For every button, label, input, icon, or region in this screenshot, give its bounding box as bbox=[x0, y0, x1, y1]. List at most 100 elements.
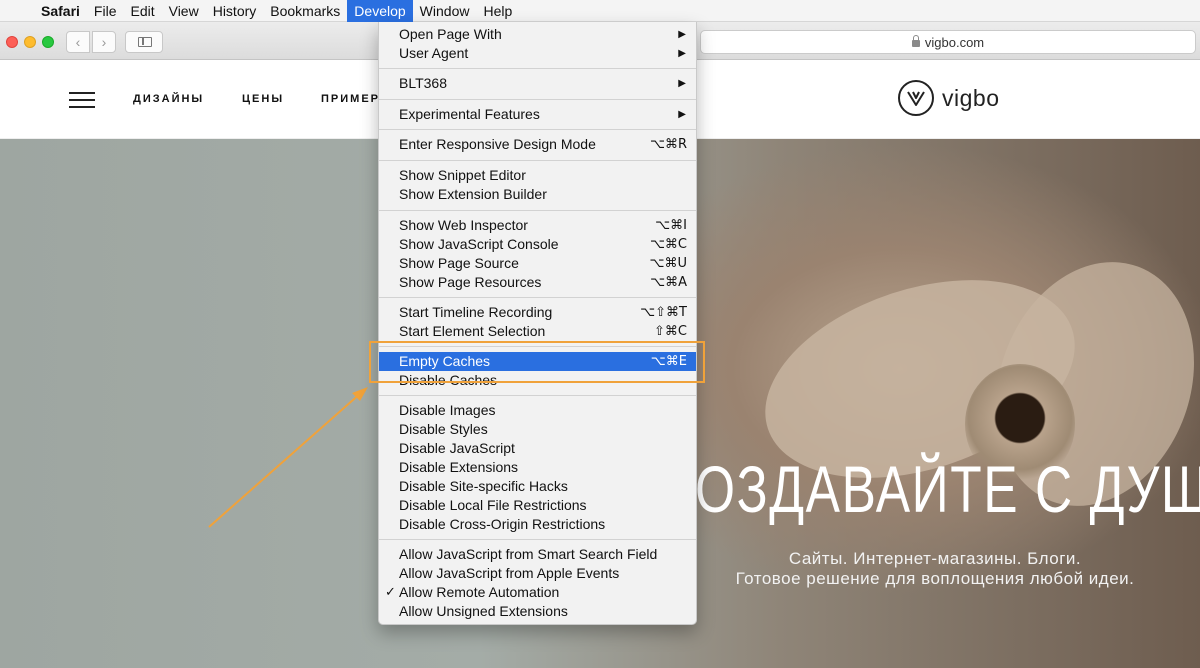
menu-item-disable-local-file-restrictions[interactable]: Disable Local File Restrictions bbox=[379, 496, 696, 515]
back-button[interactable]: ‹ bbox=[66, 31, 90, 53]
menu-item-label: BLT368 bbox=[399, 75, 447, 91]
hamburger-menu-icon[interactable] bbox=[69, 92, 95, 108]
hero-subtitle-line-1: Сайты. Интернет-магазины. Блоги. bbox=[788, 549, 1082, 568]
menu-item-label: Start Timeline Recording bbox=[399, 304, 553, 320]
checkmark-icon: ✓ bbox=[385, 585, 396, 600]
menu-bar: Safari File Edit View History Bookmarks … bbox=[0, 0, 1200, 22]
menu-item-label: Allow JavaScript from Apple Events bbox=[399, 565, 620, 581]
minimize-window-button[interactable] bbox=[24, 36, 36, 48]
menu-item-label: Disable Local File Restrictions bbox=[399, 497, 587, 513]
menu-item-show-extension-builder[interactable]: Show Extension Builder bbox=[379, 185, 696, 204]
menu-separator bbox=[379, 210, 696, 211]
menu-bookmarks[interactable]: Bookmarks bbox=[263, 0, 347, 22]
vigbo-logo-icon bbox=[898, 80, 934, 116]
menu-item-responsive-design-mode[interactable]: Enter Responsive Design Mode ⌥⌘R bbox=[379, 135, 696, 154]
menu-item-label: Disable Styles bbox=[399, 421, 488, 437]
menu-item-shortcut: ⌥⌘R bbox=[649, 137, 687, 152]
menu-item-label: Allow Unsigned Extensions bbox=[399, 603, 568, 619]
menu-item-shortcut: ⌥⌘C bbox=[649, 237, 687, 252]
menu-safari[interactable]: Safari bbox=[34, 0, 87, 22]
menu-edit[interactable]: Edit bbox=[123, 0, 161, 22]
menu-separator bbox=[379, 346, 696, 347]
menu-item-show-snippet-editor[interactable]: Show Snippet Editor bbox=[379, 166, 696, 185]
menu-item-shortcut: ⇧⌘C bbox=[654, 324, 687, 339]
menu-item-allow-unsigned-extensions[interactable]: Allow Unsigned Extensions bbox=[379, 602, 696, 621]
menu-item-label: Disable Images bbox=[399, 402, 496, 418]
sidebar-icon bbox=[138, 37, 152, 47]
menu-item-empty-caches[interactable]: Empty Caches ⌥⌘E bbox=[379, 352, 696, 371]
menu-separator bbox=[379, 68, 696, 69]
menu-item-label: Start Element Selection bbox=[399, 323, 546, 339]
menu-item-blt368[interactable]: BLT368 ▶ bbox=[379, 74, 696, 93]
close-window-button[interactable] bbox=[6, 36, 18, 48]
menu-item-user-agent[interactable]: User Agent ▶ bbox=[379, 44, 696, 63]
chevron-right-icon: › bbox=[101, 34, 107, 50]
logo-wordmark: vigbo bbox=[942, 84, 1000, 111]
develop-menu-dropdown: Open Page With ▶ User Agent ▶ BLT368 ▶ Expe… bbox=[378, 22, 697, 625]
menu-item-label: Enter Responsive Design Mode bbox=[399, 136, 596, 152]
menu-item-disable-images[interactable]: Disable Images bbox=[379, 401, 696, 420]
hero-subtitle: Сайты. Интернет-магазины. Блоги. Готовое… bbox=[700, 549, 1170, 589]
menu-item-disable-javascript[interactable]: Disable JavaScript bbox=[379, 439, 696, 458]
zoom-window-button[interactable] bbox=[42, 36, 54, 48]
menu-item-label: Disable Extensions bbox=[399, 459, 519, 475]
menu-item-show-page-resources[interactable]: Show Page Resources ⌥⌘A bbox=[379, 273, 696, 292]
nav-link-designs[interactable]: ДИЗАЙНЫ bbox=[133, 93, 204, 105]
submenu-arrow-icon: ▶ bbox=[678, 48, 686, 59]
menu-help[interactable]: Help bbox=[476, 0, 519, 22]
menu-item-label: Allow JavaScript from Smart Search Field bbox=[399, 546, 658, 562]
nav-link-prices[interactable]: ЦЕНЫ bbox=[242, 93, 284, 105]
menu-item-shortcut: ⌥⌘I bbox=[655, 218, 687, 233]
menu-item-label: Show Snippet Editor bbox=[399, 167, 526, 183]
menu-item-label: Show Page Resources bbox=[399, 274, 542, 290]
submenu-arrow-icon: ▶ bbox=[678, 109, 686, 120]
menu-separator bbox=[379, 160, 696, 161]
menu-item-show-javascript-console[interactable]: Show JavaScript Console ⌥⌘C bbox=[379, 235, 696, 254]
menu-item-disable-styles[interactable]: Disable Styles bbox=[379, 420, 696, 439]
menu-file[interactable]: File bbox=[87, 0, 124, 22]
menu-item-shortcut: ⌥⌘A bbox=[650, 275, 687, 290]
menu-item-shortcut: ⌥⌘U bbox=[649, 256, 688, 271]
sidebar-toggle-button[interactable] bbox=[125, 31, 163, 53]
menu-item-label: Experimental Features bbox=[399, 106, 540, 122]
menu-item-shortcut: ⌥⌘E bbox=[650, 354, 687, 369]
menu-item-label: Show Page Source bbox=[399, 255, 519, 271]
forward-button[interactable]: › bbox=[92, 31, 116, 53]
menu-item-label: Open Page With bbox=[399, 26, 502, 42]
menu-item-disable-caches[interactable]: Disable Caches bbox=[379, 371, 696, 390]
menu-item-label: Allow Remote Automation bbox=[399, 584, 560, 600]
chevron-left-icon: ‹ bbox=[75, 34, 81, 50]
menu-item-show-web-inspector[interactable]: Show Web Inspector ⌥⌘I bbox=[379, 216, 696, 235]
address-bar[interactable]: vigbo.com bbox=[700, 30, 1196, 54]
menu-item-label: Disable JavaScript bbox=[399, 440, 515, 456]
menu-separator bbox=[379, 539, 696, 540]
menu-item-label: Empty Caches bbox=[399, 353, 491, 369]
menu-item-experimental-features[interactable]: Experimental Features ▶ bbox=[379, 105, 696, 124]
menu-window[interactable]: Window bbox=[413, 0, 477, 22]
nav-link-examples[interactable]: ПРИМЕР bbox=[321, 93, 380, 105]
menu-item-label: Disable Site-specific Hacks bbox=[399, 478, 568, 494]
menu-item-disable-cross-origin-restrictions[interactable]: Disable Cross-Origin Restrictions bbox=[379, 515, 696, 534]
menu-separator bbox=[379, 297, 696, 298]
menu-item-label: Show Web Inspector bbox=[399, 217, 528, 233]
menu-item-start-element-selection[interactable]: Start Element Selection ⇧⌘C bbox=[379, 322, 696, 341]
menu-item-disable-extensions[interactable]: Disable Extensions bbox=[379, 458, 696, 477]
site-logo[interactable]: vigbo bbox=[898, 80, 999, 116]
menu-view[interactable]: View bbox=[162, 0, 206, 22]
menu-item-show-page-source[interactable]: Show Page Source ⌥⌘U bbox=[379, 254, 696, 273]
menu-item-allow-js-apple-events[interactable]: Allow JavaScript from Apple Events bbox=[379, 564, 696, 583]
menu-item-allow-remote-automation[interactable]: ✓ Allow Remote Automation bbox=[379, 583, 696, 602]
hero-title: ОЗДАВАЙТЕ С ДУШО bbox=[695, 452, 1200, 526]
menu-separator bbox=[379, 99, 696, 100]
menu-develop[interactable]: Develop bbox=[347, 0, 413, 22]
lock-icon bbox=[911, 34, 920, 47]
menu-separator bbox=[379, 395, 696, 396]
menu-item-start-timeline-recording[interactable]: Start Timeline Recording ⌥⇧⌘T bbox=[379, 303, 696, 322]
menu-item-label: Show Extension Builder bbox=[399, 186, 547, 202]
menu-history[interactable]: History bbox=[206, 0, 264, 22]
menu-item-open-page-with[interactable]: Open Page With ▶ bbox=[379, 25, 696, 44]
menu-item-label: Disable Caches bbox=[399, 372, 498, 388]
menu-item-disable-site-specific-hacks[interactable]: Disable Site-specific Hacks bbox=[379, 477, 696, 496]
menu-item-allow-js-smart-search[interactable]: Allow JavaScript from Smart Search Field bbox=[379, 545, 696, 564]
hero-subtitle-line-2: Готовое решение для воплощения любой иде… bbox=[735, 569, 1135, 588]
